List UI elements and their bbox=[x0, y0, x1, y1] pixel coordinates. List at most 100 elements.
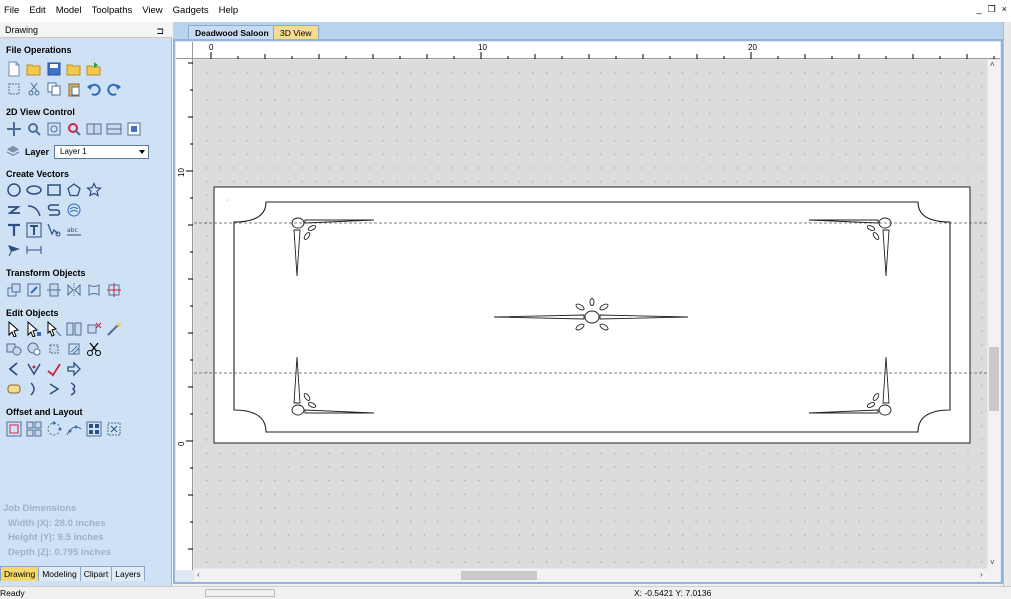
ruler-left: 10 0 bbox=[176, 59, 193, 570]
pin-icon[interactable]: ⊐ bbox=[156, 23, 164, 39]
tab-3d-view[interactable]: 3D View bbox=[273, 25, 319, 40]
ruler-left-label-10: 10 bbox=[177, 168, 186, 177]
arrow-right-outline-icon[interactable] bbox=[66, 361, 82, 377]
open-folder-icon[interactable] bbox=[66, 61, 82, 77]
new-file-icon[interactable] bbox=[6, 61, 22, 77]
minimize-button[interactable]: _ bbox=[977, 4, 982, 15]
restore-button[interactable]: ❐ bbox=[988, 4, 996, 15]
drawing-canvas[interactable] bbox=[194, 60, 987, 568]
view-split-icon[interactable] bbox=[106, 121, 122, 137]
circular-array-icon[interactable] bbox=[46, 421, 62, 437]
nesting-icon[interactable] bbox=[86, 421, 102, 437]
star-icon[interactable] bbox=[86, 182, 102, 198]
rotate-icon[interactable] bbox=[46, 282, 62, 298]
edit-objects-row-1 bbox=[6, 321, 122, 337]
group-icon[interactable] bbox=[66, 321, 82, 337]
intersect-icon[interactable] bbox=[46, 341, 62, 357]
zoom-icon[interactable] bbox=[26, 121, 42, 137]
scroll-down-icon[interactable]: ˅ bbox=[990, 558, 995, 567]
array-copy-icon[interactable] bbox=[26, 421, 42, 437]
copy-icon[interactable] bbox=[46, 81, 62, 97]
chevron-left-icon[interactable] bbox=[6, 361, 22, 377]
horizontal-scroll-thumb[interactable] bbox=[461, 571, 537, 580]
menu-model[interactable]: Model bbox=[51, 0, 87, 22]
redo-icon[interactable] bbox=[106, 81, 122, 97]
menu-file[interactable]: File bbox=[0, 0, 24, 22]
text-on-curve-icon[interactable] bbox=[46, 222, 62, 238]
fillet-icon[interactable] bbox=[26, 361, 42, 377]
tab-modeling[interactable]: Modeling bbox=[38, 566, 81, 581]
pan-icon[interactable] bbox=[6, 121, 22, 137]
vertical-scrollbar[interactable]: ˄ ˅ bbox=[988, 60, 1000, 570]
offset-icon[interactable] bbox=[6, 421, 22, 437]
select-box-icon[interactable] bbox=[6, 81, 22, 97]
zoom-selection-icon[interactable] bbox=[66, 121, 82, 137]
copy-along-vectors-icon[interactable] bbox=[66, 421, 82, 437]
right-panel-strip[interactable] bbox=[1003, 22, 1011, 586]
tab-drawing[interactable]: Drawing bbox=[0, 566, 40, 581]
job-width: Width |X|: 28.0 inches bbox=[8, 517, 106, 529]
menu-toolpaths[interactable]: Toolpaths bbox=[87, 0, 138, 22]
curve-icon[interactable] bbox=[46, 202, 62, 218]
import-icon[interactable] bbox=[86, 61, 102, 77]
tab-clipart[interactable]: Clipart bbox=[79, 566, 113, 581]
node-edit-icon[interactable] bbox=[26, 321, 42, 337]
tab-layers[interactable]: Layers bbox=[111, 566, 145, 581]
paste-icon[interactable] bbox=[66, 81, 82, 97]
close-button[interactable]: × bbox=[1002, 4, 1007, 15]
menu-gadgets[interactable]: Gadgets bbox=[168, 0, 214, 22]
move-icon[interactable] bbox=[6, 282, 22, 298]
dimension-icon[interactable] bbox=[26, 242, 42, 258]
cut-icon[interactable] bbox=[26, 81, 42, 97]
polygon-icon[interactable] bbox=[66, 182, 82, 198]
horizontal-scrollbar[interactable]: ‹ › bbox=[194, 569, 1000, 582]
ellipse-icon[interactable] bbox=[26, 182, 42, 198]
join-alt-icon[interactable] bbox=[46, 381, 62, 397]
subtract-icon[interactable] bbox=[26, 341, 42, 357]
text-box-icon[interactable] bbox=[26, 222, 42, 238]
spiral-icon[interactable] bbox=[66, 202, 82, 218]
scroll-left-icon[interactable]: ‹ bbox=[197, 570, 200, 579]
rectangle-icon[interactable] bbox=[46, 182, 62, 198]
layer-dropdown[interactable]: Layer 1 bbox=[54, 145, 150, 159]
overlap-icon[interactable] bbox=[66, 341, 82, 357]
pen-icon[interactable] bbox=[6, 242, 22, 258]
mirror-icon[interactable] bbox=[66, 282, 82, 298]
layout-icon[interactable] bbox=[106, 421, 122, 437]
weld-icon[interactable] bbox=[6, 341, 22, 357]
section-transform-objects: Transform Objects bbox=[6, 268, 86, 278]
view-3d-icon[interactable] bbox=[126, 121, 142, 137]
smooth-icon[interactable] bbox=[66, 381, 82, 397]
menu-view[interactable]: View bbox=[137, 0, 167, 22]
arc-icon[interactable] bbox=[26, 202, 42, 218]
close-vector-icon[interactable] bbox=[6, 381, 22, 397]
ungroup-icon[interactable] bbox=[86, 321, 102, 337]
open-file-icon[interactable] bbox=[26, 61, 42, 77]
align-icon[interactable] bbox=[106, 282, 122, 298]
extend-icon[interactable] bbox=[46, 361, 62, 377]
vertical-scroll-thumb[interactable] bbox=[989, 347, 999, 411]
menu-edit[interactable]: Edit bbox=[24, 0, 50, 22]
dimension-text-icon[interactable]: abc bbox=[66, 222, 82, 238]
tab-deadwood-saloon[interactable]: Deadwood Saloon bbox=[188, 25, 276, 40]
zoom-extents-icon[interactable] bbox=[46, 121, 62, 137]
undo-icon[interactable] bbox=[86, 81, 102, 97]
save-icon[interactable] bbox=[46, 61, 62, 77]
interactive-trim-icon[interactable] bbox=[46, 321, 62, 337]
scale-icon[interactable] bbox=[26, 282, 42, 298]
job-dimensions: Job Dimensions Width |X|: 28.0 inches He… bbox=[3, 502, 111, 560]
scissors-icon[interactable] bbox=[86, 341, 102, 357]
view-material-icon[interactable] bbox=[86, 121, 102, 137]
polyline-icon[interactable] bbox=[6, 202, 22, 218]
scroll-up-icon[interactable]: ˄ bbox=[990, 60, 995, 69]
scroll-right-icon[interactable]: › bbox=[980, 570, 983, 579]
circle-icon[interactable] bbox=[6, 182, 22, 198]
material-sheet bbox=[214, 187, 970, 443]
join-icon[interactable] bbox=[26, 381, 42, 397]
menu-help[interactable]: Help bbox=[214, 0, 244, 22]
select-arrow-icon[interactable] bbox=[6, 321, 22, 337]
text-icon[interactable] bbox=[6, 222, 22, 238]
distort-icon[interactable] bbox=[86, 282, 102, 298]
ruler-top-ticks bbox=[210, 52, 995, 59]
wand-icon[interactable] bbox=[106, 321, 122, 337]
